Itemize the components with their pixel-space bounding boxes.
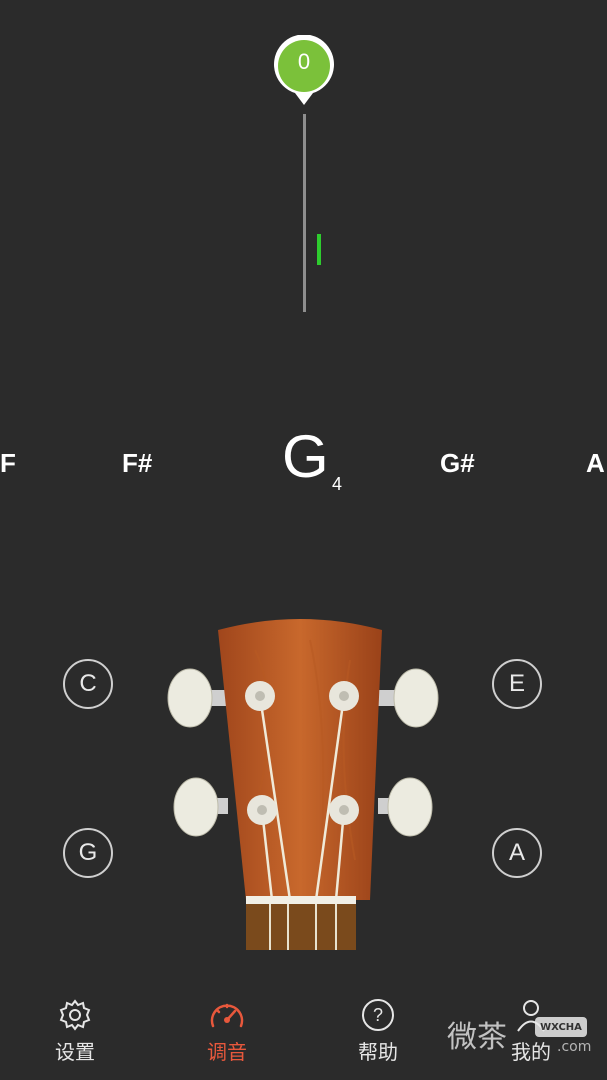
note-far-right: A: [586, 448, 605, 478]
question-icon: ?: [362, 999, 394, 1031]
current-note-octave: 4: [332, 474, 343, 494]
note-right: G#: [440, 448, 475, 478]
string-button-a[interactable]: A: [492, 828, 542, 878]
watermark-domain: .com: [557, 1039, 592, 1055]
nav-settings[interactable]: 设置: [30, 998, 120, 1065]
nav-settings-label: 设置: [55, 1040, 95, 1064]
watermark-text: 微茶: [447, 1020, 507, 1055]
note-left: F#: [122, 448, 153, 478]
nav-tune[interactable]: 调音: [182, 998, 272, 1065]
nav-help[interactable]: ? 帮助: [333, 998, 423, 1065]
gauge-icon: [210, 1003, 244, 1028]
tuning-meter-line: [303, 114, 306, 312]
current-note: G: [282, 423, 329, 490]
string-button-g[interactable]: G: [63, 828, 113, 878]
watermark-badge: WXCHA: [535, 1017, 587, 1037]
note-far-left: F: [0, 448, 16, 478]
pitch-needle: [317, 234, 321, 265]
string-button-c[interactable]: C: [63, 659, 113, 709]
watermark: 微茶 WXCHA .com: [447, 1012, 597, 1062]
gear-icon: [59, 999, 91, 1031]
cents-indicator-bubble: 0: [272, 34, 336, 107]
string-button-e[interactable]: E: [492, 659, 542, 709]
nav-tune-label: 调音: [207, 1040, 247, 1064]
nav-help-label: 帮助: [358, 1040, 398, 1064]
cents-value: 0: [297, 49, 311, 74]
ukulele-headstock: [160, 610, 445, 955]
svg-text:?: ?: [373, 1005, 383, 1025]
